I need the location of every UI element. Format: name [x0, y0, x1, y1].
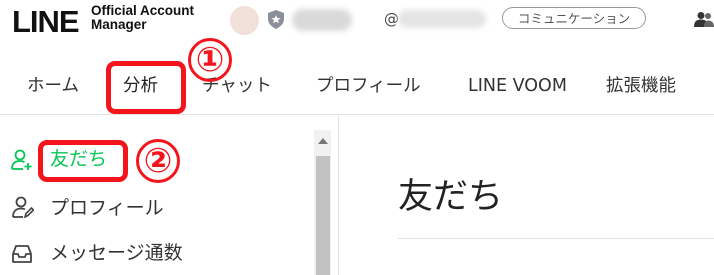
nav-tab-extensions[interactable]: 拡張機能: [606, 74, 676, 98]
title-divider: [398, 238, 714, 239]
brand-subtitle-line1: Official Account: [91, 3, 195, 18]
sidebar-divider: [338, 115, 339, 275]
page-title: 友だち: [398, 177, 504, 217]
nav-tab-home[interactable]: ホーム: [27, 74, 79, 98]
brand-subtitle-line2: Manager: [91, 17, 147, 32]
user-group-icon[interactable]: [694, 11, 714, 27]
brand-subtitle: Official Account Manager: [91, 4, 194, 32]
annotation-step-2: ②: [143, 141, 173, 181]
inbox-icon: [12, 245, 32, 263]
annotation-box-analytics: [106, 61, 186, 114]
account-avatar[interactable]: [230, 6, 259, 35]
annotation-box-friends: [38, 140, 128, 182]
shield-icon: [268, 10, 284, 29]
account-id-prefix: @: [384, 10, 399, 28]
profile-icon: [12, 196, 34, 218]
sidebar-item-profile[interactable]: プロフィール: [50, 196, 164, 220]
nav-tab-line-voom[interactable]: LINE VOOM: [468, 74, 567, 98]
nav-divider: [0, 114, 714, 115]
account-id-redacted: [398, 10, 486, 28]
brand-logo[interactable]: LINE: [12, 4, 80, 40]
add-friend-icon: [11, 149, 32, 170]
scroll-up-icon[interactable]: [318, 138, 328, 144]
plan-badge: コミュニケーション: [502, 7, 646, 29]
account-name-redacted: [292, 9, 352, 31]
scrollbar-thumb[interactable]: [316, 156, 330, 275]
annotation-step-1: ①: [195, 40, 225, 80]
sidebar-item-message-count[interactable]: メッセージ通数: [50, 241, 183, 265]
nav-tab-profile[interactable]: プロフィール: [316, 74, 421, 98]
